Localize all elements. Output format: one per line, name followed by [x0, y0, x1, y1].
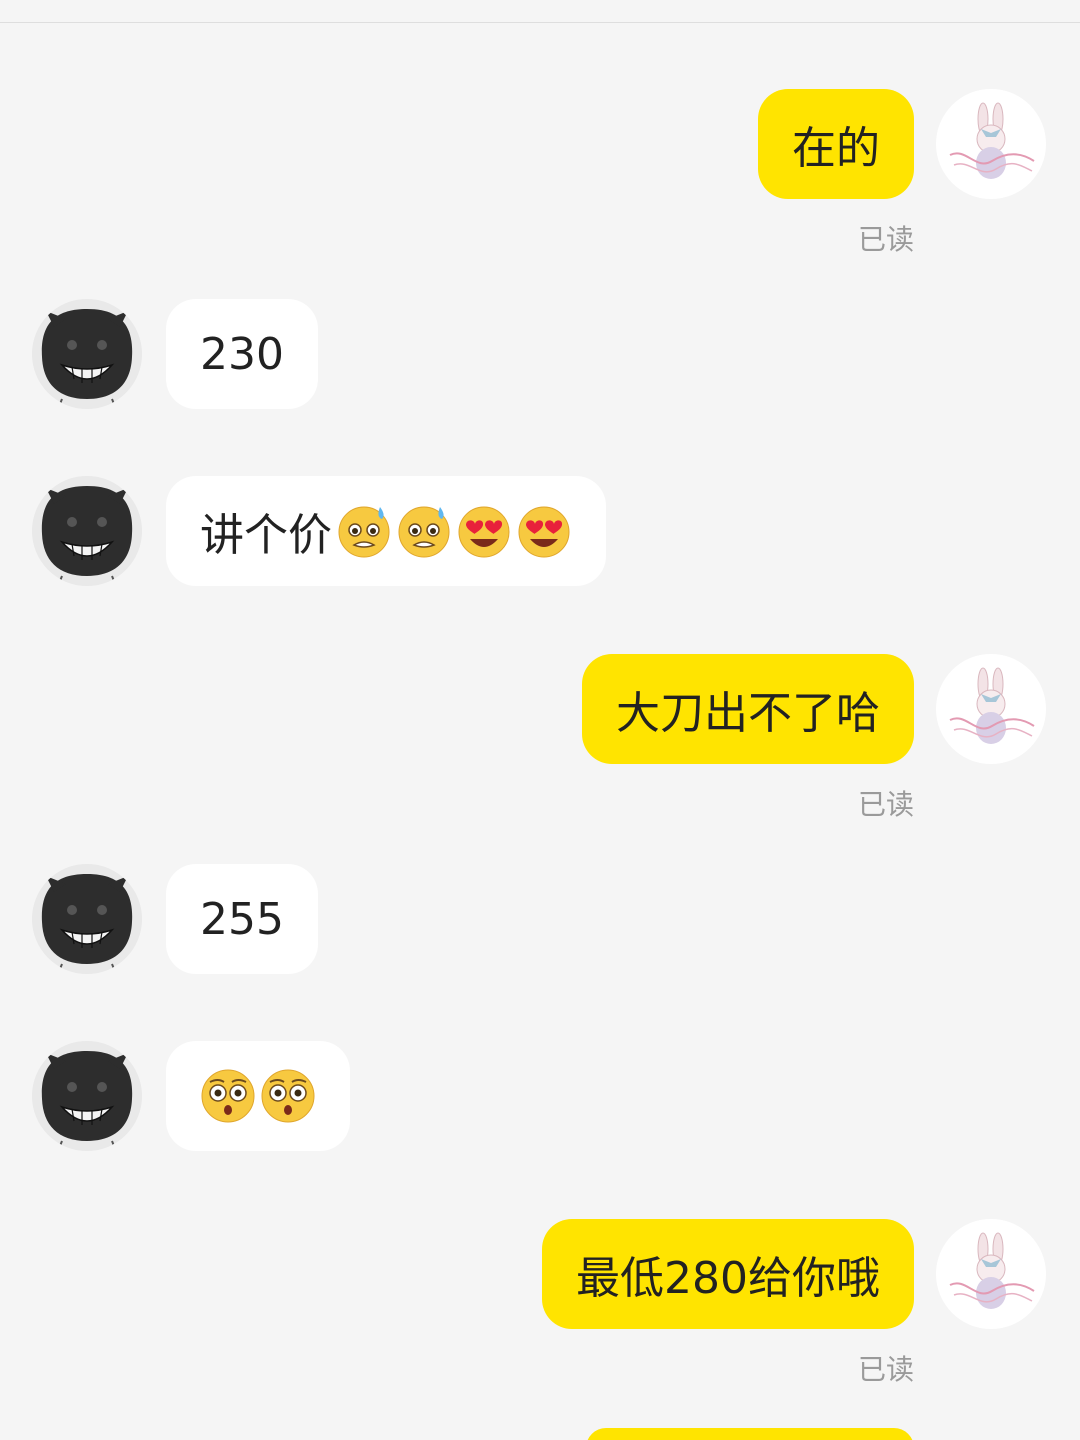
my-avatar[interactable]	[936, 89, 1046, 199]
message-text: 讲个价	[200, 510, 332, 561]
top-divider	[0, 22, 1080, 23]
incoming-message-bubble[interactable]: 255	[166, 864, 318, 974]
message-text: 大刀出不了哈	[616, 688, 880, 739]
message-text: 最低280给你哦	[576, 1253, 880, 1304]
message-text: 230	[200, 328, 284, 380]
my-avatar[interactable]	[936, 1219, 1046, 1329]
grinning-face-avatar-icon	[32, 1041, 142, 1151]
anxious-sweat-emoji-icon	[336, 503, 392, 559]
grinning-face-avatar-icon	[32, 476, 142, 586]
my-avatar[interactable]	[936, 654, 1046, 764]
heart-eyes-emoji-icon	[516, 503, 572, 559]
grinning-face-avatar-icon	[32, 299, 142, 409]
incoming-message-bubble[interactable]: 讲个价	[166, 476, 606, 586]
contact-avatar[interactable]	[32, 1041, 142, 1151]
read-receipt: 已读	[857, 223, 914, 256]
grinning-face-avatar-icon	[32, 864, 142, 974]
outgoing-message-bubble[interactable]: 在的	[758, 89, 914, 199]
flushed-emoji-icon	[200, 1068, 256, 1124]
contact-avatar[interactable]	[32, 299, 142, 409]
incoming-message-bubble[interactable]: 230	[166, 299, 318, 409]
outgoing-message-bubble[interactable]: 最低280给你哦	[542, 1219, 914, 1329]
bunny-avatar-icon	[936, 1219, 1046, 1329]
outgoing-message-bubble[interactable]: 大刀出不了哈	[582, 654, 914, 764]
heart-eyes-emoji-icon	[456, 503, 512, 559]
anxious-sweat-emoji-icon	[396, 503, 452, 559]
incoming-message-bubble[interactable]	[166, 1041, 350, 1151]
contact-avatar[interactable]	[32, 476, 142, 586]
message-text: 在的	[792, 123, 880, 174]
flushed-emoji-icon	[260, 1068, 316, 1124]
read-receipt: 已读	[857, 1353, 914, 1386]
bunny-avatar-icon	[936, 89, 1046, 199]
contact-avatar[interactable]	[32, 864, 142, 974]
chat-screen: 在的 已读 230 讲个价 大刀出不了哈 已读 255 最低280给你哦 已读	[0, 0, 1080, 1440]
outgoing-message-bubble-partial[interactable]	[586, 1428, 914, 1440]
read-receipt: 已读	[857, 788, 914, 821]
bunny-avatar-icon	[936, 654, 1046, 764]
message-text: 255	[200, 893, 284, 945]
